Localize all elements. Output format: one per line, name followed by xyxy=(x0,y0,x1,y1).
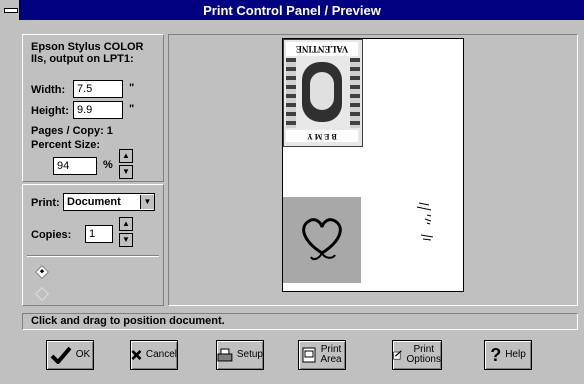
rope-heart-icon xyxy=(302,218,342,261)
checkmark-icon xyxy=(50,346,72,364)
divider xyxy=(27,255,159,257)
printer-icon xyxy=(217,348,233,362)
ok-label: OK xyxy=(75,349,91,360)
copies-field[interactable]: 1 xyxy=(85,225,113,243)
valentine-card-image[interactable]: VALENTINE B E M Y xyxy=(283,39,363,147)
card-border-right xyxy=(350,58,360,128)
print-options-label-line2: Options xyxy=(406,354,441,365)
help-button[interactable]: ? Help xyxy=(484,340,532,370)
height-field[interactable]: 9.9 xyxy=(73,101,123,119)
print-area-label: Print Area xyxy=(320,345,341,365)
height-unit: " xyxy=(129,103,135,115)
status-message: Click and drag to position document. xyxy=(31,315,225,327)
x-icon xyxy=(131,349,142,361)
heart-image[interactable] xyxy=(283,197,361,283)
title-bar: Print Control Panel / Preview xyxy=(0,0,584,20)
percent-size-field[interactable]: 94 xyxy=(53,157,97,175)
print-options-button[interactable]: Print Options xyxy=(392,340,442,370)
pages-per-copy: Pages / Copy: 1 xyxy=(31,125,113,137)
setup-button[interactable]: Setup xyxy=(216,340,264,370)
percent-size-label: Percent Size: xyxy=(31,139,101,151)
orientation-radio-2[interactable] xyxy=(34,286,50,302)
help-label: Help xyxy=(505,349,526,360)
window-title: Print Control Panel / Preview xyxy=(203,2,381,18)
print-type-dropdown[interactable]: Document ▼ xyxy=(63,193,155,211)
status-bar: Click and drag to position document. xyxy=(22,313,578,330)
print-settings-panel: Print: Document ▼ Copies: 1 ▲ ▼ xyxy=(22,184,164,306)
print-label: Print: xyxy=(31,197,60,209)
orientation-radio-1[interactable] xyxy=(34,264,50,280)
print-area-icon xyxy=(302,347,316,363)
width-unit: " xyxy=(129,82,135,94)
printer-name-line2: IIs, output on LPT1: xyxy=(31,53,134,65)
scribble-text-image[interactable] xyxy=(413,199,443,249)
photo-oval xyxy=(302,62,342,122)
arrow-up-icon: ▲ xyxy=(122,219,130,228)
system-menu-button[interactable] xyxy=(0,0,20,20)
valentine-banner: VALENTINE xyxy=(286,42,358,56)
print-options-icon xyxy=(393,350,402,360)
height-label: Height: xyxy=(31,105,69,117)
photo-figure xyxy=(310,72,334,110)
radio-dot xyxy=(39,269,45,274)
ok-button[interactable]: OK xyxy=(46,340,94,370)
width-label: Width: xyxy=(31,84,66,96)
dropdown-arrow-icon[interactable]: ▼ xyxy=(140,195,154,209)
width-field[interactable]: 7.5 xyxy=(73,80,123,98)
preview-page[interactable]: VALENTINE B E M Y xyxy=(282,38,464,292)
copies-label: Copies: xyxy=(31,229,72,241)
print-type-selected: Document xyxy=(67,196,121,208)
question-mark-icon: ? xyxy=(490,344,502,365)
percent-up-button[interactable]: ▲ xyxy=(119,149,133,163)
percent-unit: % xyxy=(103,159,113,171)
be-my-banner: B E M Y xyxy=(286,130,358,142)
cancel-label: Cancel xyxy=(145,349,177,360)
arrow-down-icon: ▼ xyxy=(122,235,130,244)
card-border-left xyxy=(286,58,296,128)
system-menu-icon xyxy=(4,8,18,13)
printer-name-line1: Epson Stylus COLOR xyxy=(31,41,144,53)
copies-down-button[interactable]: ▼ xyxy=(119,233,133,247)
arrow-down-icon: ▼ xyxy=(122,167,130,176)
setup-label: Setup xyxy=(236,349,263,360)
print-options-label: Print Options xyxy=(407,345,441,365)
print-area-button[interactable]: Print Area xyxy=(298,340,346,370)
print-area-label-line2: Area xyxy=(320,354,342,365)
copies-up-button[interactable]: ▲ xyxy=(119,217,133,231)
percent-down-button[interactable]: ▼ xyxy=(119,165,133,179)
arrow-up-icon: ▲ xyxy=(122,151,130,160)
cancel-button[interactable]: Cancel xyxy=(130,340,178,370)
print-control-window: Print Control Panel / Preview Epson Styl… xyxy=(0,0,584,384)
size-settings-panel: Epson Stylus COLOR IIs, output on LPT1: … xyxy=(22,34,164,182)
